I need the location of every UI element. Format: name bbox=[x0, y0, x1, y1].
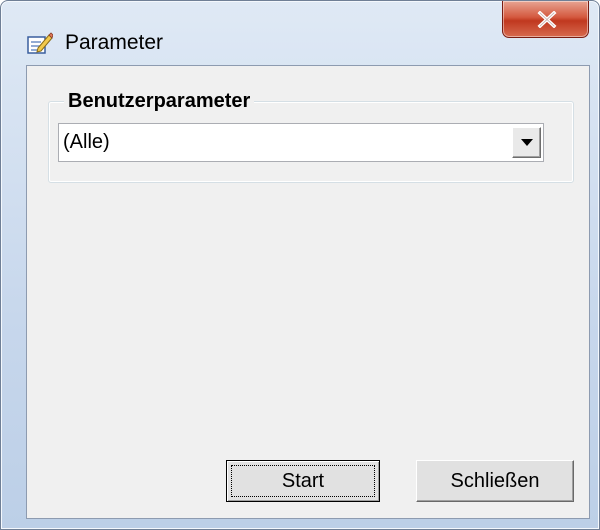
title-bar[interactable]: Parameter bbox=[1, 1, 599, 54]
start-button[interactable]: Start bbox=[226, 460, 380, 502]
close-button-label: Schließen bbox=[450, 470, 540, 492]
start-button-label: Start bbox=[281, 470, 325, 492]
close-icon bbox=[537, 11, 557, 28]
edit-document-icon bbox=[27, 31, 54, 55]
dropdown-button[interactable] bbox=[512, 127, 541, 158]
group-legend: Benutzerparameter bbox=[64, 90, 255, 113]
close-button[interactable]: Schließen bbox=[416, 460, 574, 502]
dialog-client-area: Benutzerparameter (Alle) Start Schließen bbox=[26, 65, 590, 519]
parameter-window: Parameter Benutzerparameter (Alle) Start… bbox=[0, 0, 600, 530]
chevron-down-icon bbox=[521, 139, 533, 146]
window-title: Parameter bbox=[65, 31, 164, 54]
select-value: (Alle) bbox=[63, 131, 110, 153]
user-parameter-select[interactable]: (Alle) bbox=[58, 123, 544, 162]
close-window-button[interactable] bbox=[502, 1, 589, 38]
